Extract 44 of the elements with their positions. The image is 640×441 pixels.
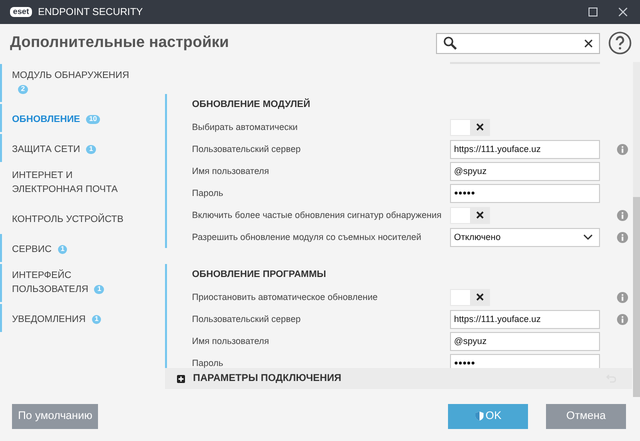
x-icon [476, 123, 484, 131]
text-field[interactable]: https://111.youface.uz [450, 140, 600, 158]
chevron-down-icon [583, 234, 593, 240]
search-icon [443, 36, 457, 50]
setting-label: Включить более частые обновления сигнатур обнаружения [192, 210, 442, 220]
toggle-switch[interactable] [450, 206, 490, 224]
info-icon[interactable] [617, 292, 628, 302]
page-title: Дополнительные настройки [10, 34, 229, 52]
dropdown[interactable]: Отключено [450, 228, 600, 246]
brand-logo: eset [10, 7, 32, 17]
text-field[interactable]: https://111.youface.uz [450, 310, 600, 328]
toggle-switch[interactable] [450, 118, 490, 136]
shield-icon [474, 411, 484, 421]
text-field[interactable]: @spyuz [450, 162, 600, 180]
setting-label: Выбирать автоматически [192, 122, 299, 132]
expand-icon [177, 374, 185, 382]
window-title: ENDPOINT SECURITY [38, 6, 143, 18]
sidebar-item[interactable]: ИНТЕРНЕТ И ЭЛЕКТРОННАЯ ПОЧТА [12, 169, 142, 197]
section-title: ОБНОВЛЕНИЕ ПРОГРАММЫ [192, 268, 328, 282]
setting-label: Пароль [192, 358, 224, 368]
help-icon[interactable] [608, 31, 632, 55]
setting-label: Приостановить автоматическое обновление [192, 292, 379, 302]
setting-label: Имя пользователя [192, 166, 270, 176]
collapsible-section[interactable]: ПАРАМЕТРЫ ПОДКЛЮЧЕНИЯ [165, 368, 632, 389]
search-field[interactable] [436, 32, 600, 54]
scrollbar-thumb[interactable] [633, 197, 640, 397]
info-icon[interactable] [617, 144, 628, 154]
sidebar-item[interactable]: КОНТРОЛЬ УСТРОЙСТВ [12, 213, 124, 227]
info-icon[interactable] [617, 314, 628, 324]
setting-label: Разрешить обновление модуля со съемных носителей [192, 232, 422, 242]
maximize-icon[interactable] [588, 7, 598, 17]
x-icon [476, 293, 484, 301]
setting-label: Пароль [192, 188, 224, 198]
setting-label: Пользовательский сервер [192, 144, 302, 154]
text-field[interactable]: @spyuz [450, 332, 600, 350]
setting-label: Имя пользователя [192, 336, 270, 346]
setting-label: Пользовательский сервер [192, 314, 302, 324]
toggle-switch[interactable] [450, 288, 490, 306]
info-icon[interactable] [617, 232, 628, 242]
info-icon[interactable] [617, 210, 628, 220]
clear-icon[interactable] [584, 38, 593, 48]
close-icon[interactable] [618, 7, 628, 17]
x-icon [476, 211, 484, 219]
section-title: ОБНОВЛЕНИЕ МОДУЛЕЙ [192, 97, 312, 112]
